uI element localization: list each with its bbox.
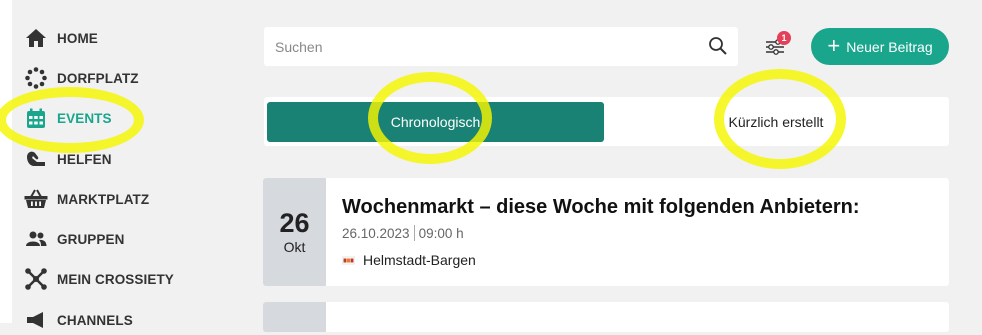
event-card-next[interactable] [263,302,949,332]
sort-tabs: Chronologisch Kürzlich erstellt [264,97,949,146]
search-icon[interactable] [708,36,728,61]
plus-icon: + [827,32,841,58]
search-input[interactable] [264,27,695,66]
event-title[interactable]: Wochenmarkt – diese Woche mit folgenden … [342,196,860,219]
sidebar-item-home[interactable]: HOME [24,23,98,53]
sidebar-item-label: HELFEN [57,151,112,167]
home-icon [24,26,48,50]
network-icon [24,267,48,291]
calendar-icon [24,106,48,130]
event-location: Helmstadt-Bargen [341,252,476,268]
sidebar-item-events[interactable]: EVENTS [24,103,112,133]
tab-chronologisch[interactable]: Chronologisch [267,102,604,142]
meta-divider [413,225,415,241]
dots-circle-icon [24,66,48,90]
search-bar [264,27,738,66]
event-date: 26.10.2023 [342,225,410,241]
tab-kuerzlich-erstellt[interactable]: Kürzlich erstellt [606,102,946,142]
helping-hand-icon [24,147,48,171]
filter-count-badge: 1 [777,31,791,45]
sidebar-item-label: DORFPLATZ [57,70,139,86]
group-icon [24,227,48,251]
event-month: Okt [283,238,306,255]
coat-of-arms-icon [341,252,356,268]
sidebar-item-label: GRUPPEN [57,231,125,247]
sidebar-item-label: MARKTPLATZ [57,191,150,207]
basket-icon [24,187,48,211]
event-date-box: 26 Okt [263,178,326,286]
megaphone-icon [24,308,48,332]
sidebar-item-helfen[interactable]: HELFEN [24,144,112,174]
sidebar-item-label: MEIN CROSSIETY [57,271,174,287]
event-card[interactable]: 26 Okt Wochenmarkt – diese Woche mit fol… [263,178,949,286]
new-post-button-label: Neuer Beitrag [846,38,933,55]
event-day: 26 [279,207,310,238]
event-location-name: Helmstadt-Bargen [363,252,476,268]
sidebar: HOME DORFPLATZ EVENTS HELFEN MARKTPLATZ … [12,0,230,328]
sidebar-item-channels[interactable]: CHANNELS [24,305,133,335]
sidebar-item-marktplatz[interactable]: MARKTPLATZ [24,184,149,214]
sidebar-item-mein-crossiety[interactable]: MEIN CROSSIETY [24,264,174,294]
event-date-box [263,302,326,332]
event-meta: 26.10.2023 09:00 h [342,225,464,241]
new-post-button[interactable]: + Neuer Beitrag [811,28,949,65]
sidebar-item-label: CHANNELS [57,312,133,328]
sidebar-item-gruppen[interactable]: GRUPPEN [24,224,124,254]
sidebar-item-dorfplatz[interactable]: DORFPLATZ [24,63,139,93]
sidebar-item-label: HOME [57,30,98,46]
left-edge [0,0,12,323]
event-time: 09:00 h [418,225,464,241]
sidebar-item-label: EVENTS [57,110,112,126]
